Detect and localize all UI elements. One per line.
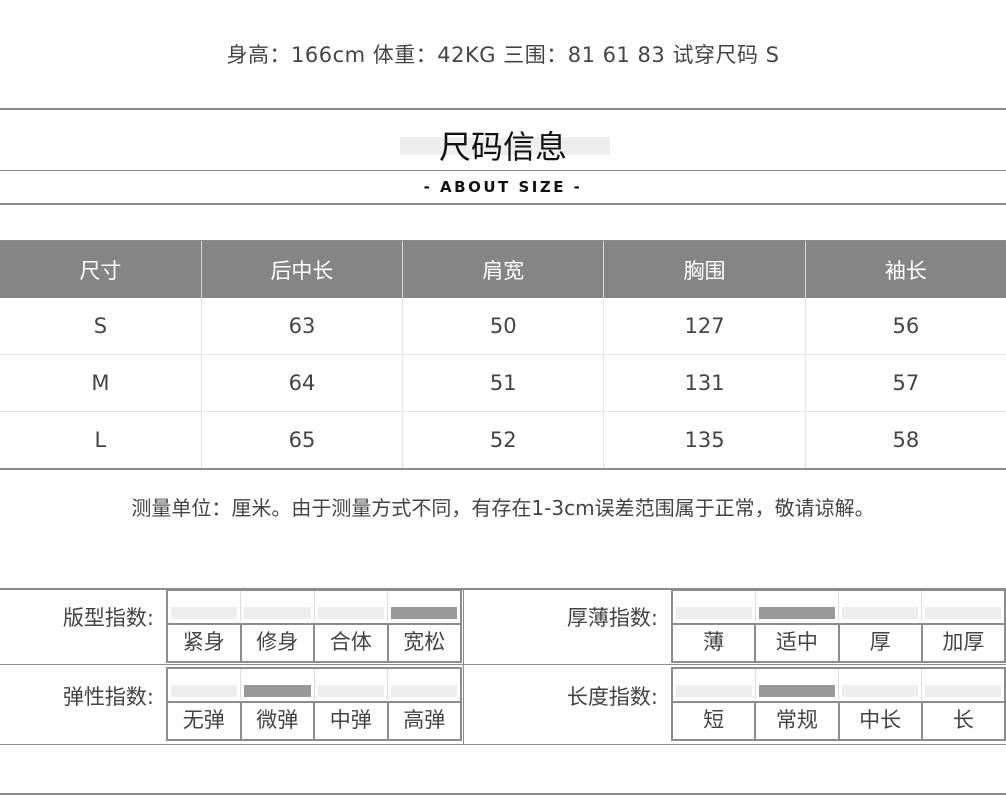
table-row: M 64 51 131 57 [0, 354, 1006, 412]
indicator-fill [842, 685, 918, 697]
indicator-bar [839, 591, 922, 621]
thickness-option: 加厚 [942, 630, 985, 654]
fit-option: 修身 [242, 625, 315, 661]
table-cell: 57 [805, 354, 1006, 412]
column-header: 袖长 [805, 241, 1006, 298]
length-index-bars [673, 669, 1004, 699]
indicator-bar-selected [756, 669, 839, 699]
table-cell: 131 [603, 354, 806, 412]
indicator-fill [171, 685, 238, 697]
column-header: 后中长 [201, 241, 404, 298]
indicator-fill [925, 685, 1001, 697]
fit-index-scale: 紧身 修身 合体 宽松 [166, 589, 462, 663]
indicator-fill [317, 685, 384, 697]
table-cell: 52 [402, 411, 605, 470]
indicator-bar [673, 669, 756, 699]
indicator-bar [922, 591, 1004, 621]
thickness-option: 薄 [673, 625, 757, 661]
divider [0, 203, 1006, 205]
indicator-fill [759, 685, 835, 697]
divider [0, 108, 1006, 110]
indicator-bar [315, 591, 388, 621]
indicator-fill [676, 607, 752, 619]
divider [0, 744, 1006, 745]
divider [0, 664, 1006, 665]
divider [463, 588, 464, 745]
table-header-row: 尺寸 后中长 肩宽 胸围 袖长 [0, 241, 1006, 298]
indicator-fill [244, 685, 311, 697]
thickness-index-label: 厚薄指数: [566, 606, 658, 630]
indicator-fill [244, 607, 311, 619]
fit-option: 合体 [315, 625, 389, 661]
indicator-bar-selected [388, 591, 460, 621]
indicator-bar [168, 669, 242, 699]
indicator-bar-selected [241, 669, 315, 699]
indicator-fill [171, 607, 238, 619]
indicator-fill [390, 685, 457, 697]
page-subtitle: - ABOUT SIZE - [423, 178, 583, 196]
divider [0, 170, 1006, 171]
table-row: L 65 52 135 58 [0, 411, 1006, 470]
column-header: 肩宽 [402, 241, 605, 298]
indicator-bar [168, 591, 242, 621]
length-option: 常规 [756, 703, 840, 739]
indicator-fill [676, 685, 752, 697]
table-cell: 63 [201, 298, 404, 355]
indicator-fill [842, 607, 918, 619]
table-cell: 64 [201, 354, 404, 412]
measurement-note: 测量单位：厘米。由于测量方式不同，有存在1-3cm误差范围属于正常，敬请谅解。 [131, 496, 875, 520]
elasticity-option: 高弹 [403, 708, 446, 732]
thickness-index-scale: 薄 适中 厚 加厚 [671, 589, 1006, 663]
fit-option: 宽松 [403, 630, 446, 654]
elasticity-option: 微弹 [242, 703, 315, 739]
table-cell: L [0, 411, 202, 470]
table-cell: 51 [402, 354, 605, 412]
table-cell: 58 [805, 411, 1006, 470]
elasticity-option: 中弹 [315, 703, 389, 739]
thickness-index-options: 薄 适中 厚 加厚 [673, 623, 1004, 663]
column-header: 尺寸 [0, 241, 202, 298]
elasticity-index-options: 无弹 微弹 中弹 高弹 [168, 701, 460, 741]
indicator-fill [317, 607, 384, 619]
indicator-bar [922, 669, 1004, 699]
elasticity-index-scale: 无弹 微弹 中弹 高弹 [166, 667, 462, 741]
model-info: 身高：166cm 体重：42KG 三围：81 61 83 试穿尺码 S [226, 43, 780, 67]
length-index-scale: 短 常规 中长 长 [671, 667, 1006, 741]
elasticity-index-label: 弹性指数: [62, 685, 154, 709]
length-index-label: 长度指数: [566, 685, 658, 709]
fit-index-options: 紧身 修身 合体 宽松 [168, 623, 460, 663]
column-header: 胸围 [603, 241, 806, 298]
size-table: 尺寸 后中长 肩宽 胸围 袖长 S 63 50 127 56 M 64 51 1… [0, 241, 1006, 470]
indicator-bar [241, 591, 315, 621]
table-cell: 135 [603, 411, 806, 470]
indicator-bar [839, 669, 922, 699]
length-option: 长 [952, 708, 974, 732]
table-cell: S [0, 298, 202, 355]
table-cell: 56 [805, 298, 1006, 355]
indicator-bar-selected [756, 591, 839, 621]
thickness-index-bars [673, 591, 1004, 621]
thickness-option: 适中 [756, 625, 840, 661]
indicator-fill [390, 607, 457, 619]
indicator-bar [315, 669, 388, 699]
table-row: S 63 50 127 56 [0, 298, 1006, 355]
fit-option: 紧身 [168, 625, 242, 661]
table-cell: M [0, 354, 202, 412]
indicator-bar [673, 591, 756, 621]
elasticity-index-bars [168, 669, 460, 699]
table-cell: 65 [201, 411, 404, 470]
fit-index-bars [168, 591, 460, 621]
divider [0, 793, 1006, 795]
elasticity-option: 无弹 [168, 703, 242, 739]
indicator-fill [925, 607, 1001, 619]
indicator-fill [759, 607, 835, 619]
length-index-options: 短 常规 中长 长 [673, 701, 1004, 741]
thickness-option: 厚 [840, 625, 923, 661]
length-option: 中长 [840, 703, 923, 739]
fit-index-label: 版型指数: [62, 606, 154, 630]
table-cell: 50 [402, 298, 605, 355]
table-cell: 127 [603, 298, 806, 355]
indicator-bar [388, 669, 460, 699]
length-option: 短 [673, 703, 757, 739]
